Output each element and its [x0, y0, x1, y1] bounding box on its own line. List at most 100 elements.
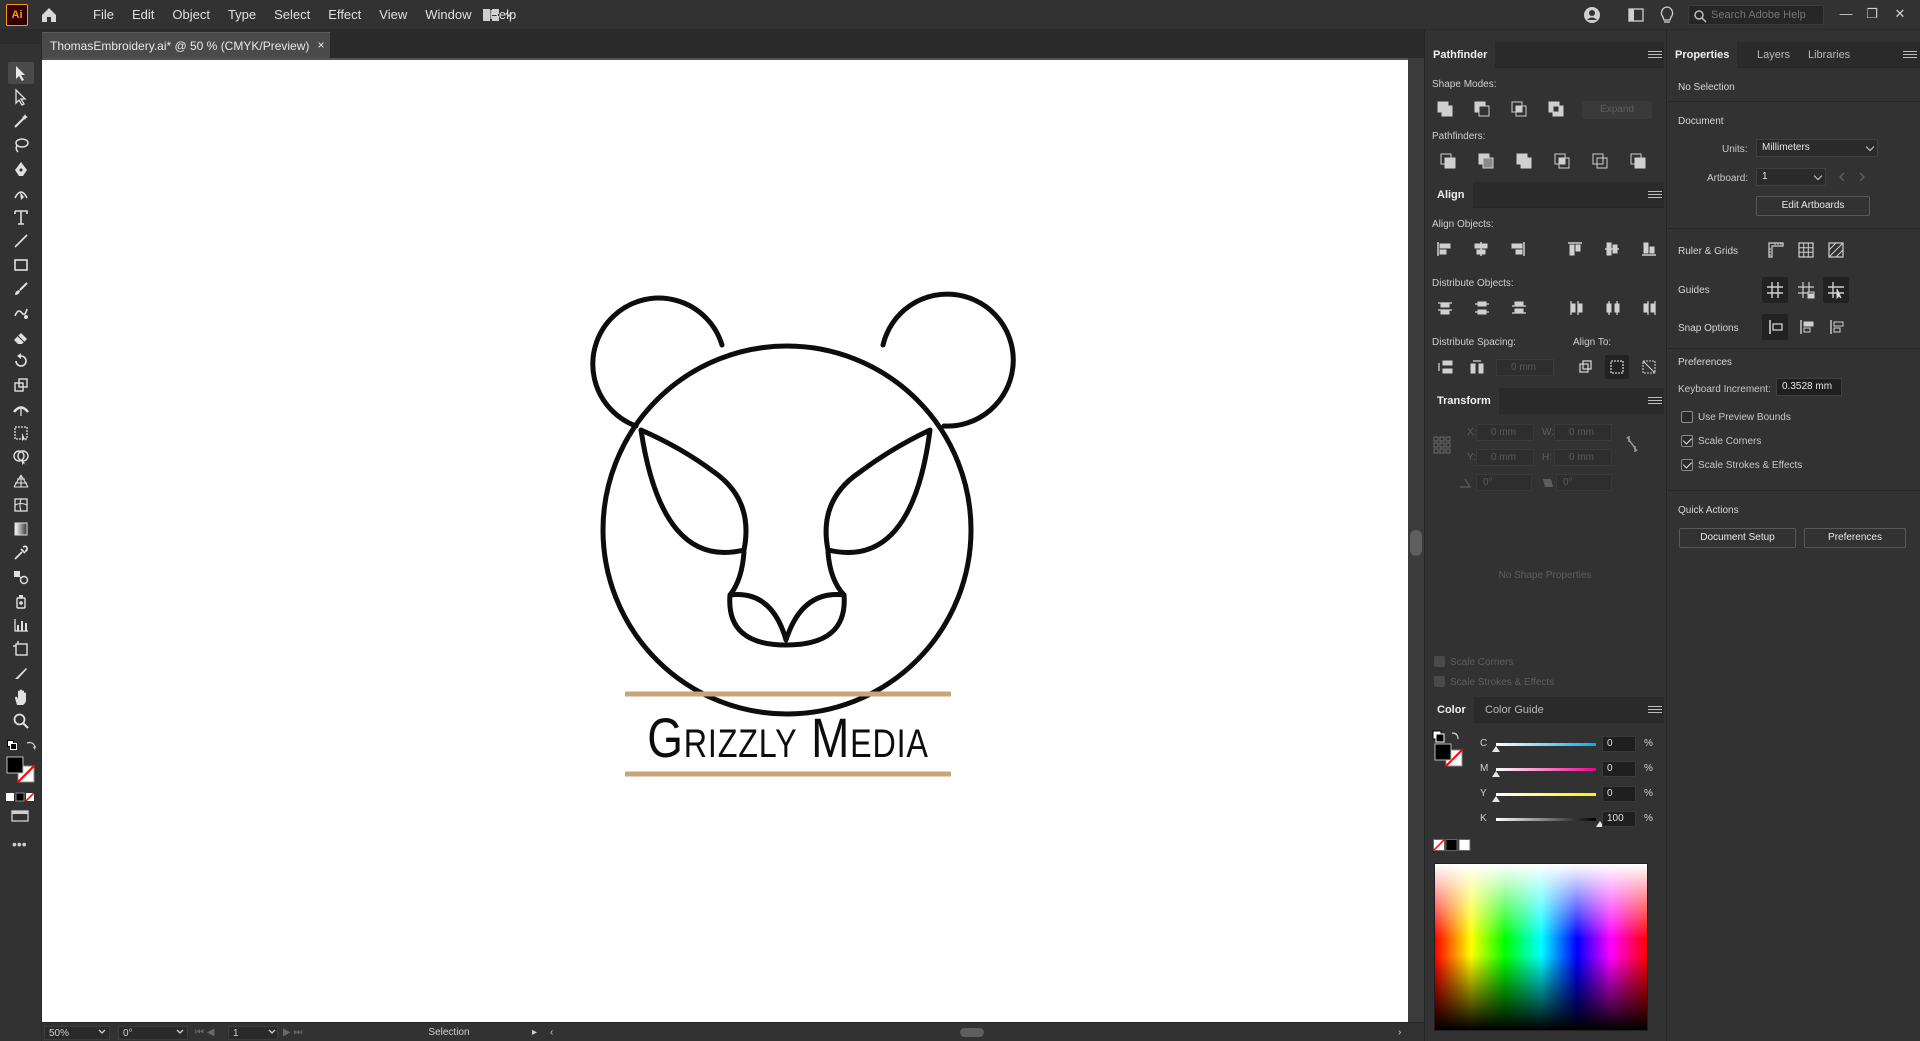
lock-guides-icon[interactable] [1797, 281, 1815, 299]
constrain-proportions-icon[interactable] [1624, 434, 1640, 454]
status-arrow-icon[interactable]: ▸ [532, 1026, 542, 1040]
horizontal-distribute-space-icon[interactable] [1468, 358, 1486, 376]
black-slider-track[interactable] [1496, 818, 1596, 821]
outline-icon[interactable] [1591, 152, 1609, 170]
preferences-button[interactable]: Preferences [1804, 528, 1906, 548]
distribute-vcenter-icon[interactable] [1473, 299, 1491, 317]
document-tab[interactable]: ThomasEmbroidery.ai* @ 50 % (CMYK/Previe… [42, 32, 330, 58]
artboard[interactable]: Grizzly Media [42, 60, 1408, 1022]
divide-icon[interactable] [1439, 152, 1457, 170]
transform-scale-corners-checkbox[interactable] [1434, 656, 1445, 667]
lasso-tool[interactable] [8, 134, 34, 156]
artboard-dropdown[interactable]: 1 [1756, 168, 1826, 186]
mesh-tool[interactable] [8, 494, 34, 516]
vertical-align-bottom-icon[interactable] [1640, 240, 1658, 258]
width-tool[interactable] [8, 398, 34, 420]
distribute-bottom-icon[interactable] [1510, 299, 1528, 317]
swap-colors-icon[interactable] [25, 739, 37, 751]
menu-select[interactable]: Select [265, 0, 319, 30]
pathfinder-tab[interactable]: Pathfinder [1425, 42, 1496, 68]
none-black-white-swatches[interactable] [1433, 839, 1473, 851]
distribute-right-icon[interactable] [1641, 299, 1659, 317]
eyedropper-tool[interactable] [8, 542, 34, 564]
zoom-chevron-icon[interactable] [98, 1029, 106, 1035]
h-scroll-right-icon[interactable]: › [1398, 1026, 1408, 1040]
vertical-scroll-thumb[interactable] [1410, 530, 1422, 556]
perspective-grid-tool[interactable] [8, 470, 34, 492]
align-tab[interactable]: Align [1425, 182, 1473, 208]
direct-selection-tool[interactable] [8, 86, 34, 108]
transform-tab[interactable]: Transform [1425, 388, 1499, 414]
scale-corners-checkbox[interactable] [1681, 435, 1693, 447]
horizontal-align-left-icon[interactable] [1435, 240, 1453, 258]
minimize-button[interactable]: — [1833, 3, 1859, 25]
yellow-slider-thumb[interactable] [1492, 796, 1500, 802]
libraries-tab[interactable]: Libraries [1800, 42, 1858, 68]
scale-tool[interactable] [8, 374, 34, 396]
more-tools-icon[interactable]: ••• [12, 837, 32, 851]
vertical-align-center-icon[interactable] [1603, 240, 1621, 258]
horizontal-align-right-icon[interactable] [1509, 240, 1527, 258]
default-colors-icon[interactable] [7, 740, 17, 750]
shaper-tool[interactable] [8, 302, 34, 324]
menu-window[interactable]: Window [416, 0, 480, 30]
minus-front-icon[interactable] [1473, 100, 1491, 118]
keyboard-increment-field[interactable]: 0.3528 mm [1776, 378, 1842, 396]
spacing-field[interactable]: 0 mm [1496, 359, 1554, 376]
merge-icon[interactable] [1515, 152, 1533, 170]
snap-to-glyph-icon[interactable] [1827, 318, 1845, 336]
cyan-slider-track[interactable] [1496, 743, 1596, 746]
panel-menu-icon[interactable] [1648, 395, 1662, 407]
menu-file[interactable]: File [84, 0, 123, 30]
arrange-documents-icon[interactable] [1627, 6, 1645, 24]
symbol-sprayer-tool[interactable] [8, 590, 34, 612]
magenta-value-field[interactable]: 0 [1602, 761, 1636, 777]
layers-tab[interactable]: Layers [1749, 42, 1798, 68]
menu-edit[interactable]: Edit [123, 0, 163, 30]
horizontal-scroll-thumb[interactable] [960, 1028, 984, 1037]
color-fill-stroke-swatches[interactable] [1432, 730, 1466, 770]
panel-menu-icon[interactable] [1903, 49, 1917, 61]
horizontal-align-center-icon[interactable] [1472, 240, 1490, 258]
panel-menu-icon[interactable] [1648, 49, 1662, 61]
eraser-tool[interactable] [8, 326, 34, 348]
rotate-tool[interactable] [8, 350, 34, 372]
grid-icon[interactable] [1797, 241, 1815, 259]
transparency-grid-icon[interactable] [1827, 241, 1845, 259]
artboard-nav-next-last[interactable]: ▶ ⏭ [283, 1026, 323, 1040]
gradient-tool[interactable] [8, 518, 34, 540]
rotation-chevron-icon[interactable] [176, 1029, 184, 1035]
x-field[interactable]: 0 mm [1476, 424, 1534, 441]
color-tab[interactable]: Color [1425, 697, 1474, 723]
menu-object[interactable]: Object [163, 0, 219, 30]
selection-tool[interactable] [8, 62, 34, 84]
type-tool[interactable] [8, 206, 34, 228]
close-window-button[interactable]: ✕ [1887, 3, 1913, 25]
distribute-hcenter-icon[interactable] [1604, 299, 1622, 317]
distribute-top-icon[interactable] [1436, 299, 1454, 317]
menu-effect[interactable]: Effect [319, 0, 370, 30]
restore-button[interactable]: ❐ [1859, 3, 1885, 25]
artboard-tool[interactable] [8, 638, 34, 660]
y-field[interactable]: 0 mm [1476, 449, 1534, 466]
toolbar-collapse-strip[interactable] [0, 30, 42, 44]
blend-tool[interactable] [8, 566, 34, 588]
minus-back-icon[interactable] [1629, 152, 1647, 170]
rectangle-tool[interactable] [8, 254, 34, 276]
distribute-left-icon[interactable] [1567, 299, 1585, 317]
screen-mode-icon[interactable] [10, 808, 30, 824]
black-value-field[interactable]: 100 [1602, 811, 1636, 827]
color-spectrum-picker[interactable] [1434, 863, 1648, 1031]
shear-field[interactable]: 0° [1556, 474, 1612, 491]
close-tab-icon[interactable]: × [314, 32, 328, 58]
paintbrush-tool[interactable] [8, 278, 34, 300]
hand-tool[interactable] [8, 686, 34, 708]
cyan-slider-thumb[interactable] [1492, 746, 1500, 752]
exclude-icon[interactable] [1547, 100, 1565, 118]
align-to-key-object-icon[interactable] [1576, 358, 1594, 376]
artboard-chevron-icon[interactable] [268, 1029, 276, 1035]
line-segment-tool[interactable] [8, 230, 34, 252]
properties-tab[interactable]: Properties [1667, 42, 1738, 68]
h-field[interactable]: 0 mm [1554, 449, 1612, 466]
menu-view[interactable]: View [370, 0, 416, 30]
